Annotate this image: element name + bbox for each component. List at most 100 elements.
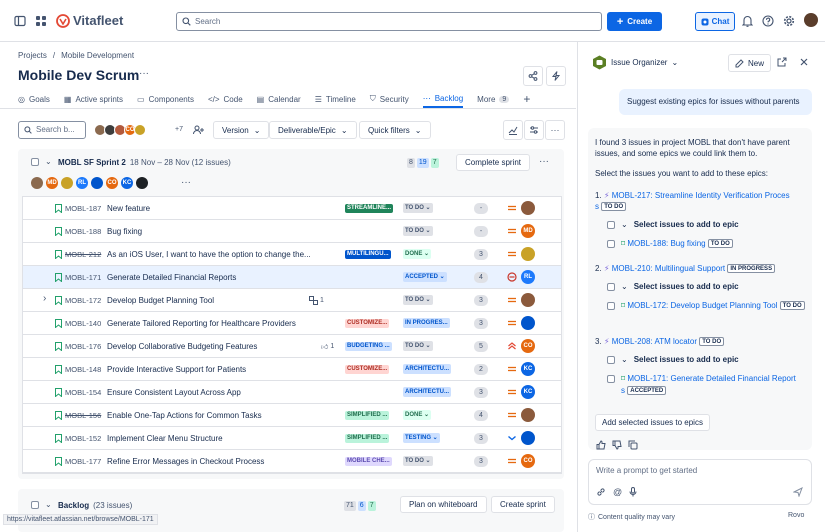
- table-row[interactable]: MOBL-212 As an iOS User, I want to have t…: [23, 243, 561, 266]
- priority-blocker-icon[interactable]: [507, 272, 517, 282]
- story-points[interactable]: -: [474, 226, 488, 237]
- story-points[interactable]: 3: [474, 249, 488, 260]
- issue-summary[interactable]: Generate Tailored Reporting for Healthca…: [107, 319, 317, 328]
- table-row[interactable]: MOBL-177 Refine Error Messages in Checkou…: [23, 450, 561, 473]
- story-points[interactable]: 2: [474, 364, 488, 375]
- status-dropdown[interactable]: TO DO ⌄: [403, 203, 433, 213]
- sprint-assignee-avatar[interactable]: KC: [121, 177, 133, 189]
- priority-medium-icon[interactable]: [507, 226, 517, 236]
- status-dropdown[interactable]: TO DO ⌄: [403, 341, 433, 351]
- assignee-avatar[interactable]: CO: [521, 339, 535, 353]
- filter-avatar[interactable]: [134, 124, 146, 136]
- table-row[interactable]: MOBL-154 Ensure Consistent Layout Across …: [23, 381, 561, 404]
- expand-chevron-icon[interactable]: ›: [43, 293, 46, 304]
- child-issues-count[interactable]: 1: [309, 296, 324, 305]
- status-dropdown[interactable]: ARCHITECTU...: [403, 387, 451, 397]
- story-points[interactable]: 4: [474, 410, 488, 421]
- story-points[interactable]: 3: [474, 433, 488, 444]
- issue-key[interactable]: MOBL-152: [65, 434, 101, 443]
- issue-summary[interactable]: Enable One-Tap Actions for Common Tasks: [107, 411, 317, 420]
- backlog-collapse-chevron-icon[interactable]: ⌄: [45, 500, 52, 509]
- epic-link-wrap[interactable]: s: [595, 202, 599, 211]
- status-dropdown[interactable]: IN PROGRES...: [403, 318, 450, 328]
- sprint-assignee-avatar[interactable]: [136, 177, 148, 189]
- epic-lozenge[interactable]: BUDGETING ...: [345, 342, 392, 351]
- assignee-avatar[interactable]: CO: [521, 454, 535, 468]
- assignee-avatar[interactable]: KC: [521, 362, 535, 376]
- table-row[interactable]: › MOBL-172 Develop Budget Planning Tool 1 TO…: [23, 289, 561, 312]
- close-panel-icon[interactable]: [799, 57, 809, 67]
- thumbs-up-icon[interactable]: [596, 440, 606, 450]
- assignee-avatar[interactable]: [521, 293, 535, 307]
- tab-active-sprints[interactable]: ▦ Active sprints: [64, 90, 123, 108]
- story-points[interactable]: 3: [474, 295, 488, 306]
- automation-button[interactable]: [546, 66, 566, 86]
- issue-summary[interactable]: As an iOS User, I want to have the optio…: [107, 250, 317, 259]
- table-row[interactable]: MOBL-148 Provide Interactive Support for …: [23, 358, 561, 381]
- table-row[interactable]: MOBL-176 Develop Collaborative Budgeting …: [23, 335, 561, 358]
- mention-icon[interactable]: @: [613, 487, 622, 497]
- collapse-chevron-icon[interactable]: ⌄: [621, 282, 628, 291]
- search-input[interactable]: Search: [176, 12, 602, 31]
- epic-lozenge[interactable]: MOBILE CHE...: [345, 457, 392, 466]
- priority-high-icon[interactable]: [507, 341, 517, 351]
- breadcrumb-project[interactable]: Mobile Development: [61, 51, 134, 60]
- backlog-search-input[interactable]: Search b...: [18, 121, 86, 139]
- story-points[interactable]: 3: [474, 456, 488, 467]
- tab-security[interactable]: ⛉ Security: [370, 90, 409, 108]
- tab-more[interactable]: More 9: [477, 90, 510, 108]
- issue-key[interactable]: MOBL-148: [65, 365, 101, 374]
- tab-components[interactable]: ▭ Components: [137, 90, 194, 108]
- complete-sprint-button[interactable]: Complete sprint: [456, 154, 531, 171]
- app-switcher-icon[interactable]: [33, 13, 49, 29]
- sprint-assignee-avatar[interactable]: RL: [76, 177, 88, 189]
- backlog-select-checkbox[interactable]: [31, 501, 39, 509]
- story-points[interactable]: 4: [474, 272, 488, 283]
- issue-checkbox[interactable]: [607, 374, 615, 383]
- status-dropdown[interactable]: DONE ⌄: [403, 249, 432, 259]
- issue-key[interactable]: MOBL-187: [65, 204, 101, 213]
- priority-medium-icon[interactable]: [507, 249, 517, 259]
- issue-key[interactable]: MOBL-188: [65, 227, 101, 236]
- collapse-chevron-icon[interactable]: ⌄: [621, 220, 628, 229]
- issue-key[interactable]: MOBL-156: [65, 411, 101, 420]
- issue-checkbox[interactable]: [607, 239, 615, 248]
- add-tab-button[interactable]: +: [523, 90, 530, 108]
- sprint-assignee-avatar[interactable]: [91, 177, 103, 189]
- settings-gear-icon[interactable]: [781, 13, 797, 29]
- epic-link[interactable]: MOBL-217: Streamline Identity Verificati…: [612, 191, 790, 200]
- priority-medium-icon[interactable]: [507, 318, 517, 328]
- issue-key[interactable]: MOBL-154: [65, 388, 101, 397]
- insights-button[interactable]: [503, 120, 523, 140]
- table-row[interactable]: MOBL-187 New feature STREAMLINE... TO DO ⌄ -: [23, 197, 561, 220]
- vote-count[interactable]: 👍︎ 1: [321, 342, 334, 351]
- user-avatar[interactable]: [804, 13, 818, 27]
- tab-backlog[interactable]: ⋯ Backlog: [422, 90, 464, 108]
- epic-lozenge[interactable]: STREAMLINE...: [345, 204, 394, 213]
- epic-filter-dropdown[interactable]: Deliverable/Epic ⌄: [269, 121, 357, 139]
- status-dropdown[interactable]: DONE ⌄: [403, 410, 432, 420]
- epic-lozenge[interactable]: CUSTOMIZE...: [345, 365, 390, 374]
- priority-medium-icon[interactable]: [507, 295, 517, 305]
- sprint-assignee-avatar[interactable]: MD: [46, 177, 58, 189]
- issue-key[interactable]: MOBL-140: [65, 319, 101, 328]
- assignee-avatar[interactable]: KC: [521, 385, 535, 399]
- version-filter-dropdown[interactable]: Version ⌄: [213, 121, 270, 139]
- status-dropdown[interactable]: ACCEPTED ⌄: [403, 272, 447, 282]
- epic-lozenge[interactable]: SIMPLIFIED ...: [345, 434, 390, 443]
- help-icon[interactable]: [760, 13, 776, 29]
- issue-key[interactable]: MOBL-171: [65, 273, 101, 282]
- status-dropdown[interactable]: ARCHITECTU...: [403, 364, 451, 374]
- microphone-icon[interactable]: [629, 487, 637, 497]
- board-actions-more-icon[interactable]: ···: [139, 68, 149, 79]
- priority-medium-icon[interactable]: [507, 410, 517, 420]
- priority-low-icon[interactable]: [507, 433, 517, 443]
- add-people-button[interactable]: [190, 122, 206, 138]
- issue-summary[interactable]: Provide Interactive Support for Patients: [107, 365, 317, 374]
- tab-code[interactable]: </> Code: [208, 90, 243, 108]
- assignee-avatar[interactable]: [521, 201, 535, 215]
- prompt-placeholder[interactable]: Write a prompt to get started: [596, 466, 697, 475]
- open-in-new-window-icon[interactable]: [777, 57, 787, 67]
- copy-icon[interactable]: [628, 440, 638, 450]
- assignee-avatar[interactable]: [521, 408, 535, 422]
